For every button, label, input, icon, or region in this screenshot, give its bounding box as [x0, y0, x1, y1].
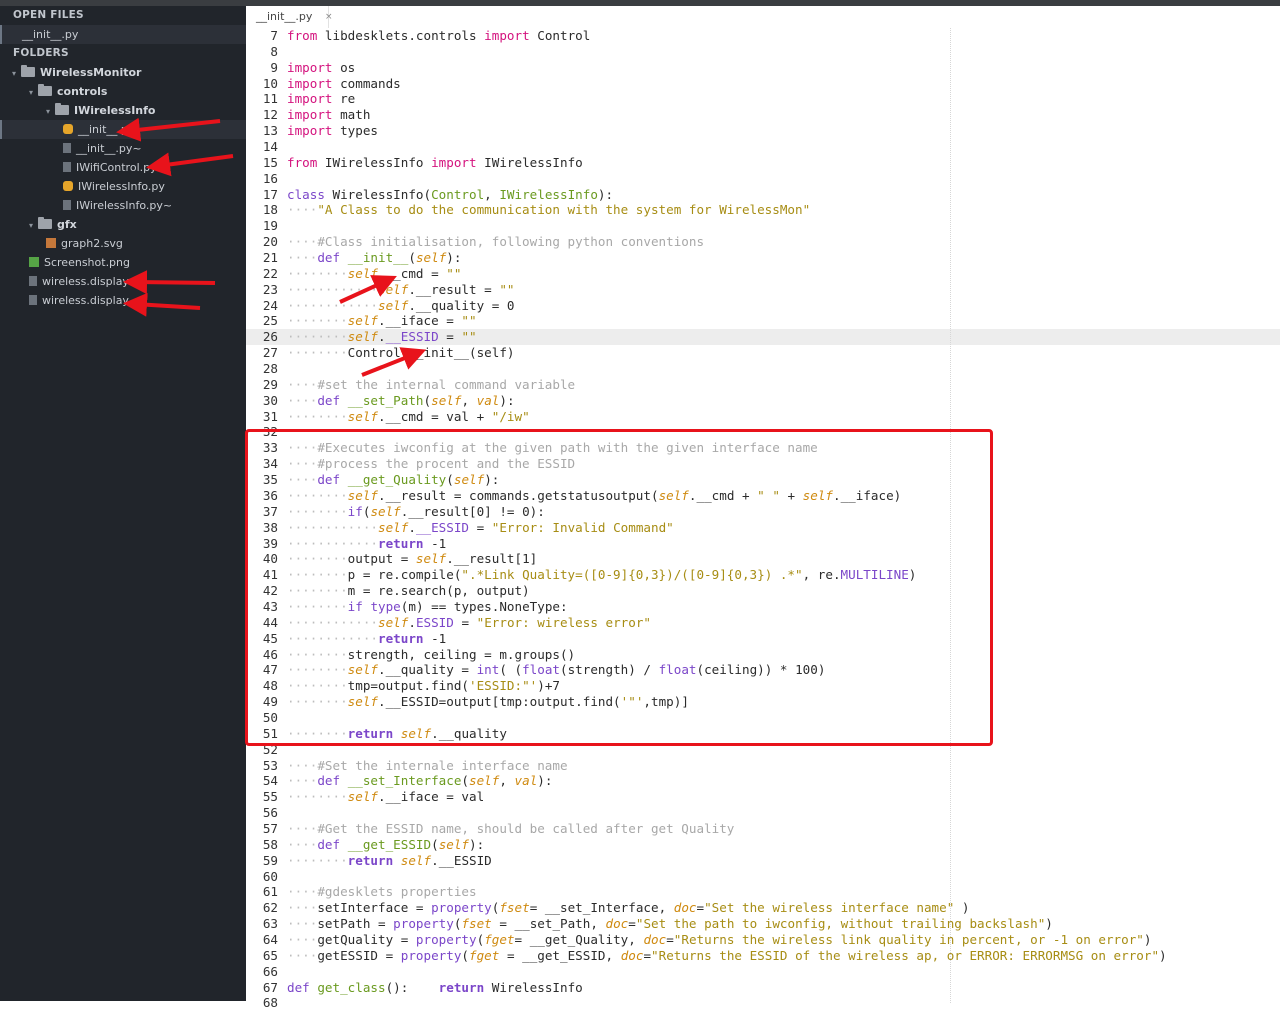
arrow-4 — [123, 292, 201, 317]
arrow-1 — [116, 117, 221, 142]
arrow-3 — [123, 270, 216, 295]
arrow-2 — [146, 152, 234, 177]
arrow-6 — [361, 347, 427, 377]
annotation-arrows — [116, 117, 427, 377]
arrow-5 — [339, 275, 397, 304]
